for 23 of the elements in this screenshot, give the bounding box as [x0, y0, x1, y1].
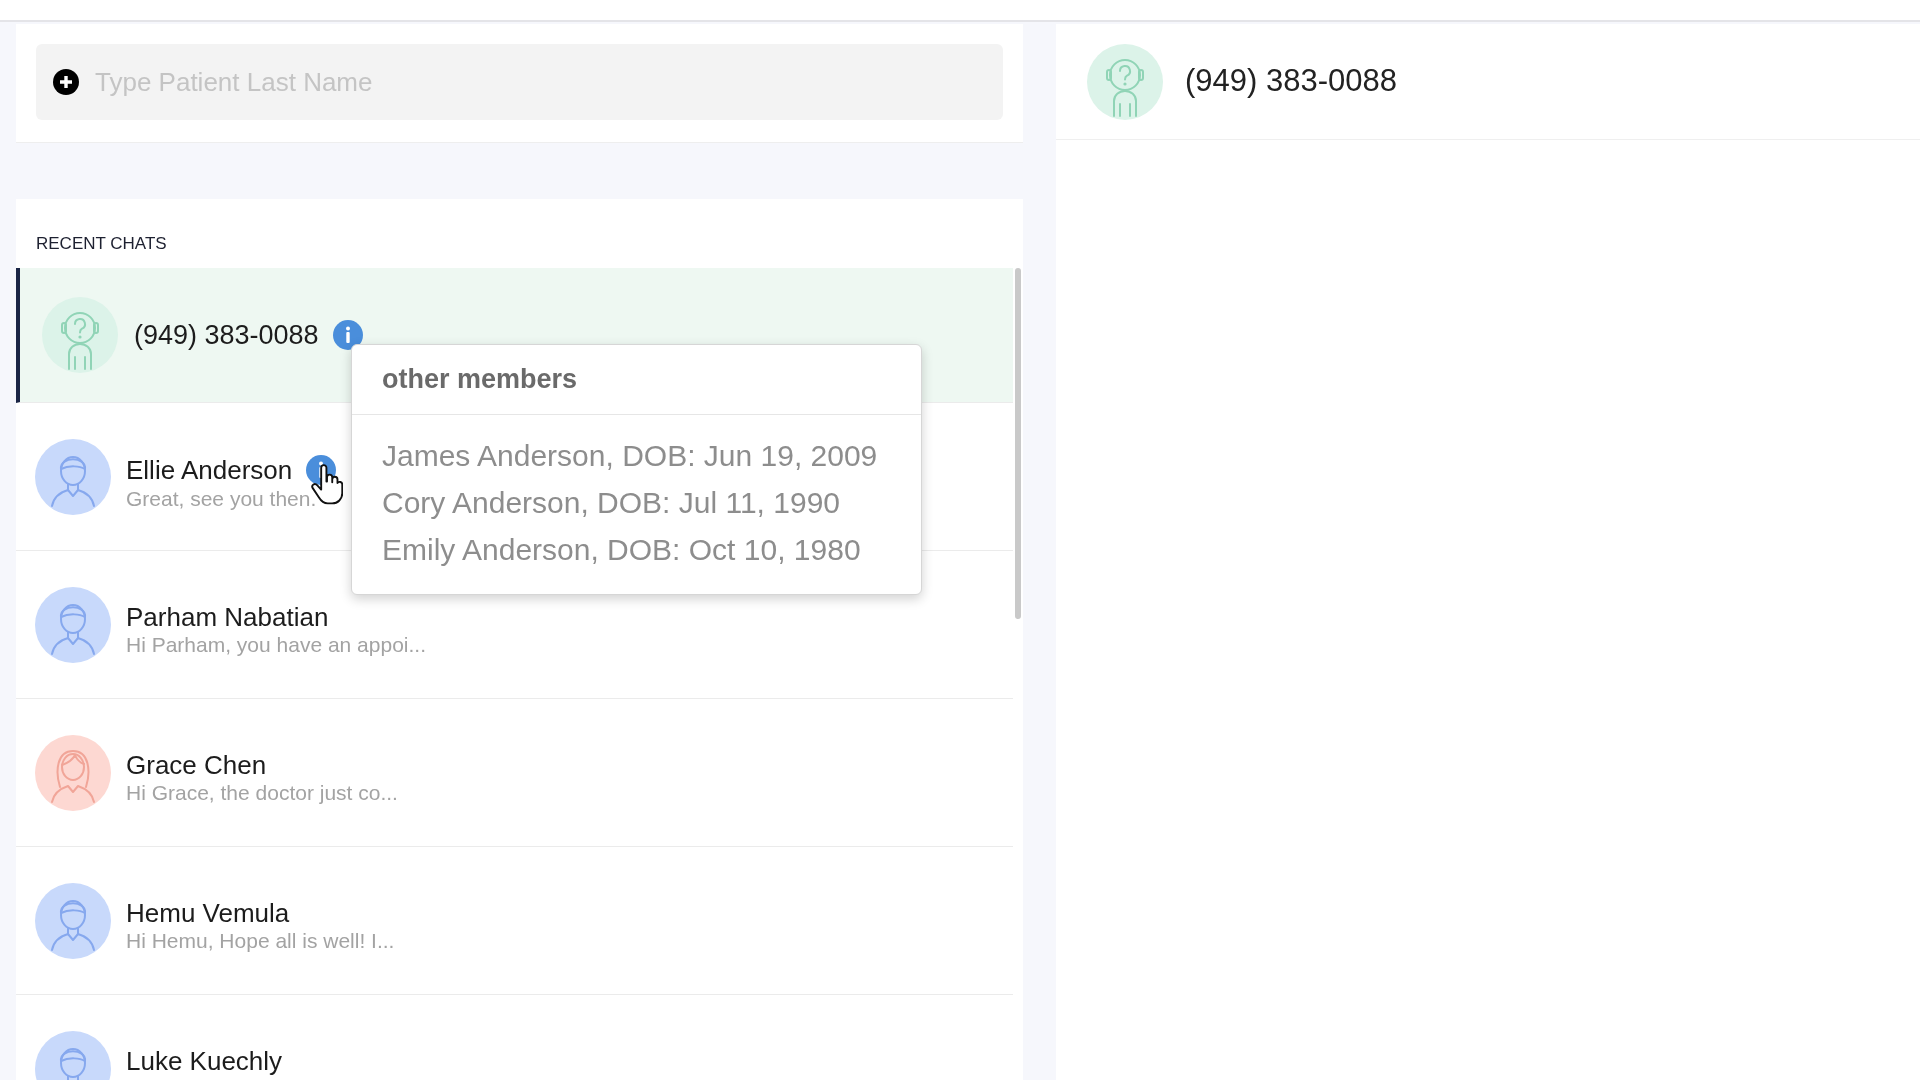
question-head-avatar-icon [42, 297, 118, 373]
member-line: Cory Anderson, DOB: Jul 11, 1990 [382, 485, 841, 521]
popover-title: other members [382, 363, 578, 397]
contact-name: Ellie Anderson [126, 456, 293, 484]
section-title: RECENT CHATS [36, 234, 167, 253]
contact-name: Grace Chen [126, 751, 267, 779]
message-preview: Great, see you then. [126, 488, 318, 510]
contact-name: Luke Kuechly [126, 1047, 283, 1075]
contact-name: (949) 383-0088 [1185, 62, 1397, 101]
message-preview: Hi Hemu, Hope all is well! I... [126, 930, 395, 952]
contact-name: Parham Nabatian [126, 603, 329, 631]
plus-icon[interactable] [53, 69, 79, 95]
contact-name: Hemu Vemula [126, 899, 290, 927]
message-preview: Hi Parham, you have an appoi... [126, 634, 426, 656]
person-avatar-icon [35, 587, 111, 663]
message-preview: Hi Grace, the doctor just co... [126, 782, 398, 804]
person-avatar-icon [35, 439, 111, 515]
contact-name: (949) 383-0088 [134, 320, 319, 350]
question-head-avatar-icon [1087, 43, 1163, 120]
scrollbar[interactable] [1015, 268, 1021, 619]
woman-avatar-icon [35, 735, 111, 811]
person-avatar-icon [35, 883, 111, 959]
member-line: James Anderson, DOB: Jun 19, 2009 [382, 438, 878, 474]
